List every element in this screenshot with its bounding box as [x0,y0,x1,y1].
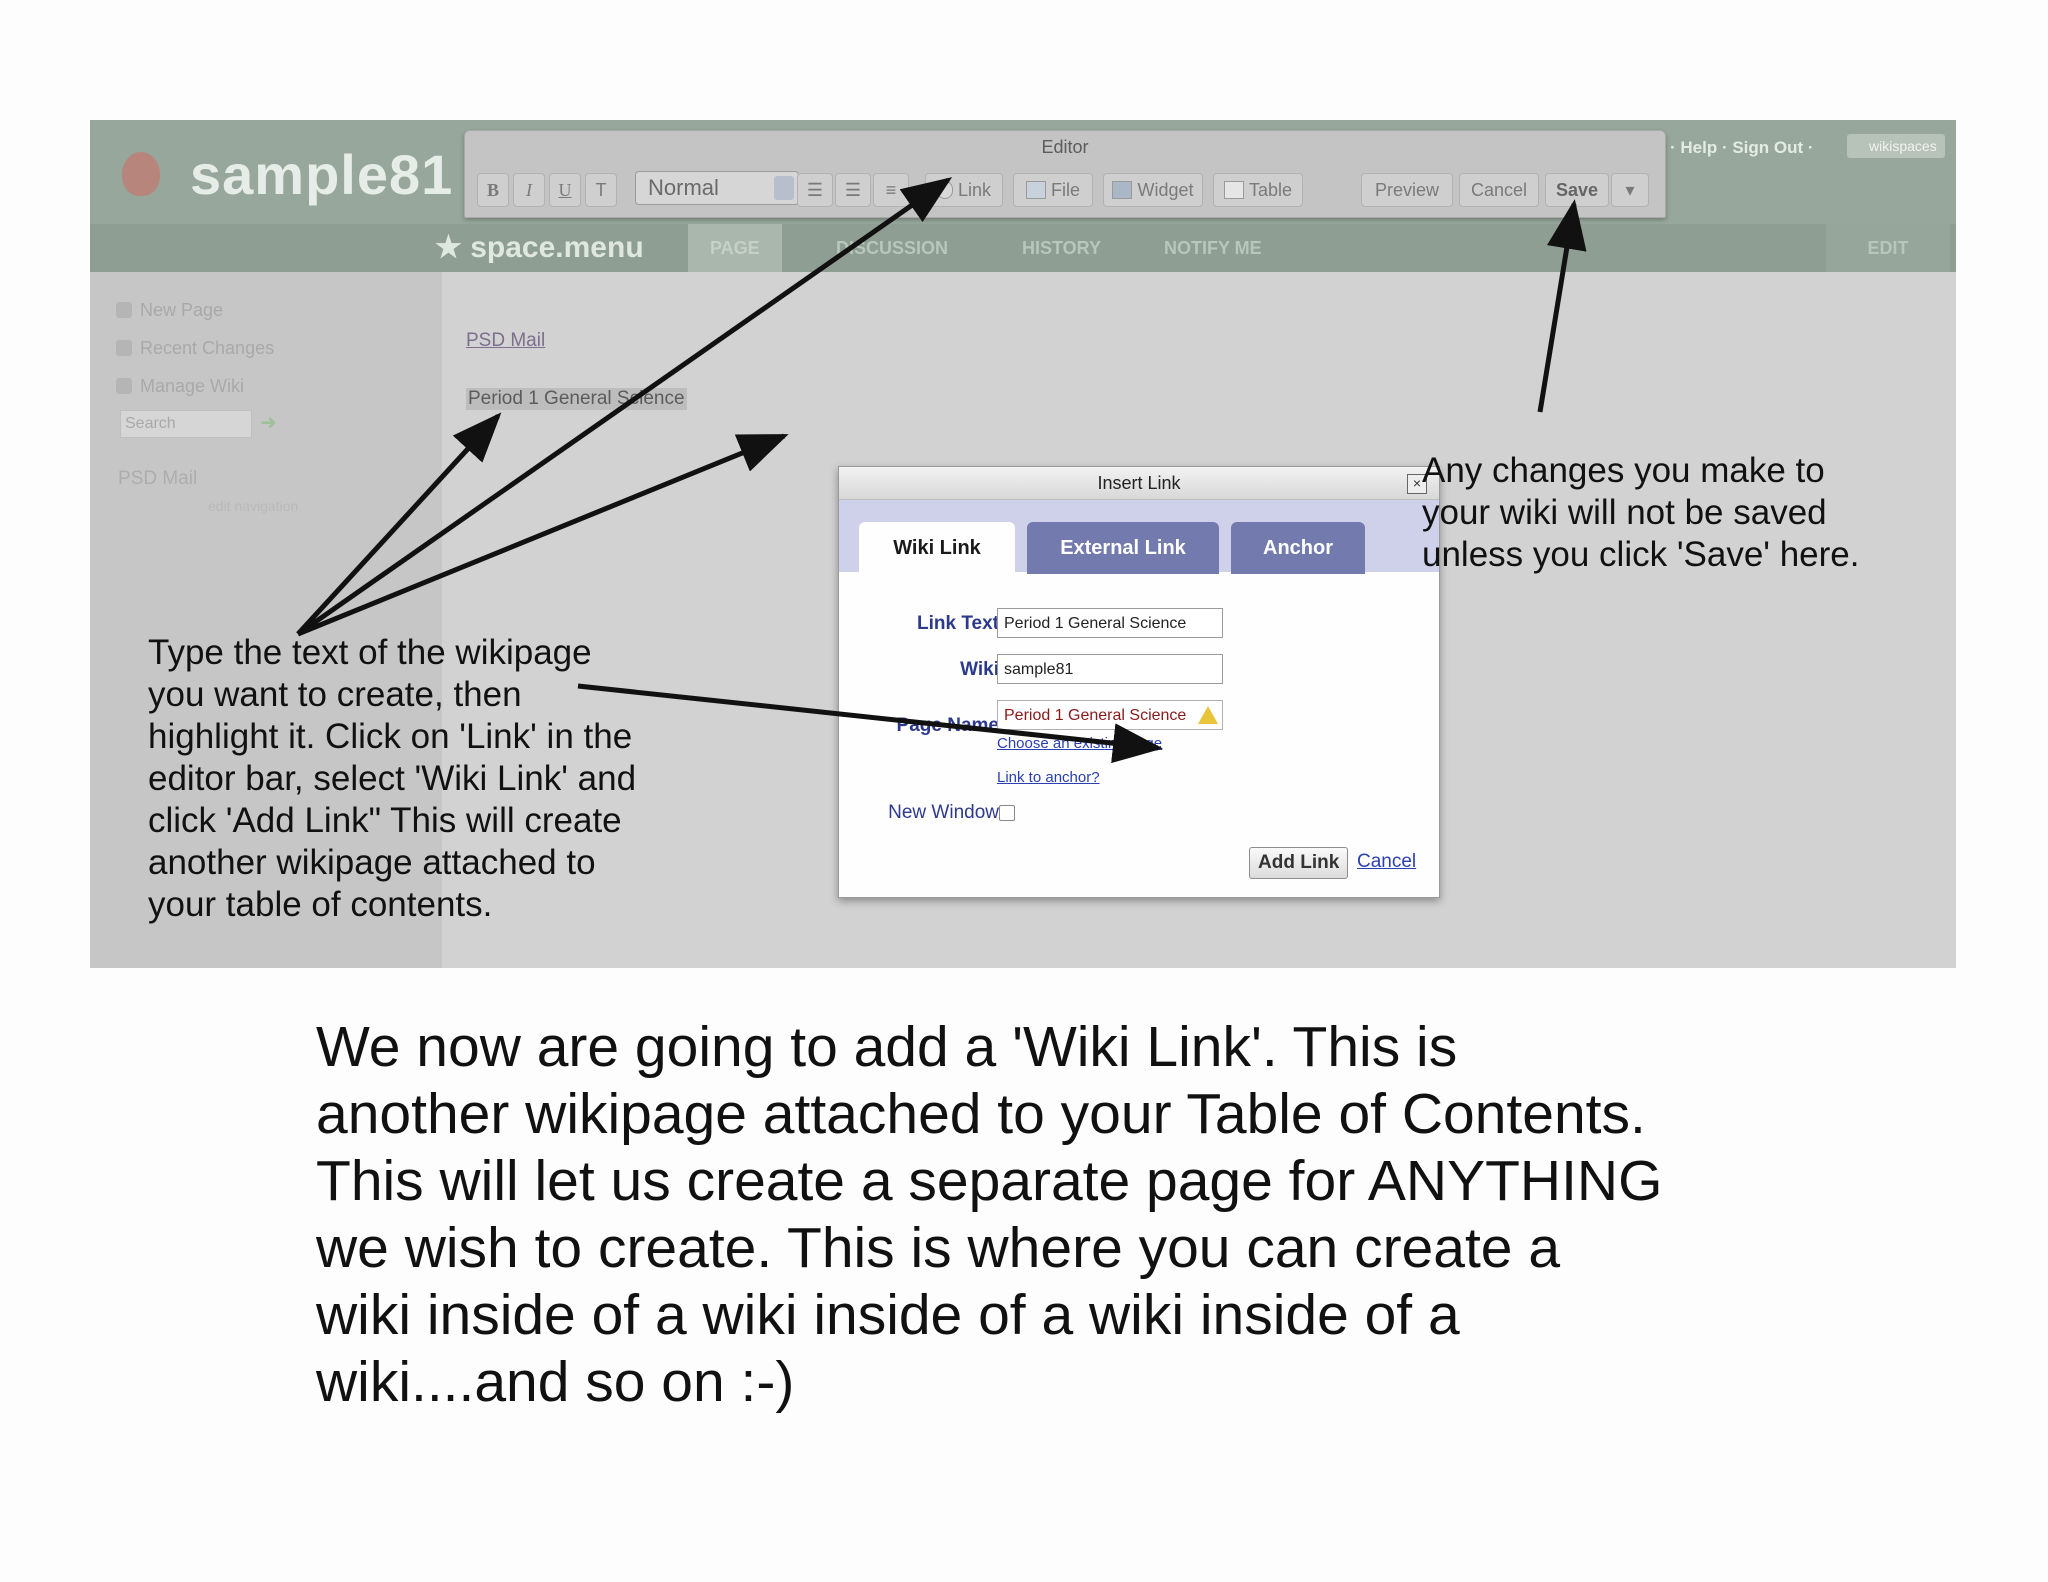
instruction-line: another wikipage attached to your Table … [316,1082,1646,1146]
instruction-line: wiki....and so on :-) [316,1350,795,1414]
arrow-to-link-button [296,177,953,637]
instruction-text: We now are going to add a 'Wiki Link'. T… [316,1014,1662,1416]
instruction-line: we wish to create. This is where you can… [316,1216,1561,1280]
instruction-line: wiki inside of a wiki inside of a wiki i… [316,1283,1460,1347]
instruction-line: This will let us create a separate page … [316,1149,1663,1213]
arrow-to-selected-text [296,412,502,636]
arrow-to-save [1537,199,1587,413]
arrow-to-add-link [577,683,1163,764]
instruction-line: We now are going to add a 'Wiki Link'. T… [316,1015,1458,1079]
